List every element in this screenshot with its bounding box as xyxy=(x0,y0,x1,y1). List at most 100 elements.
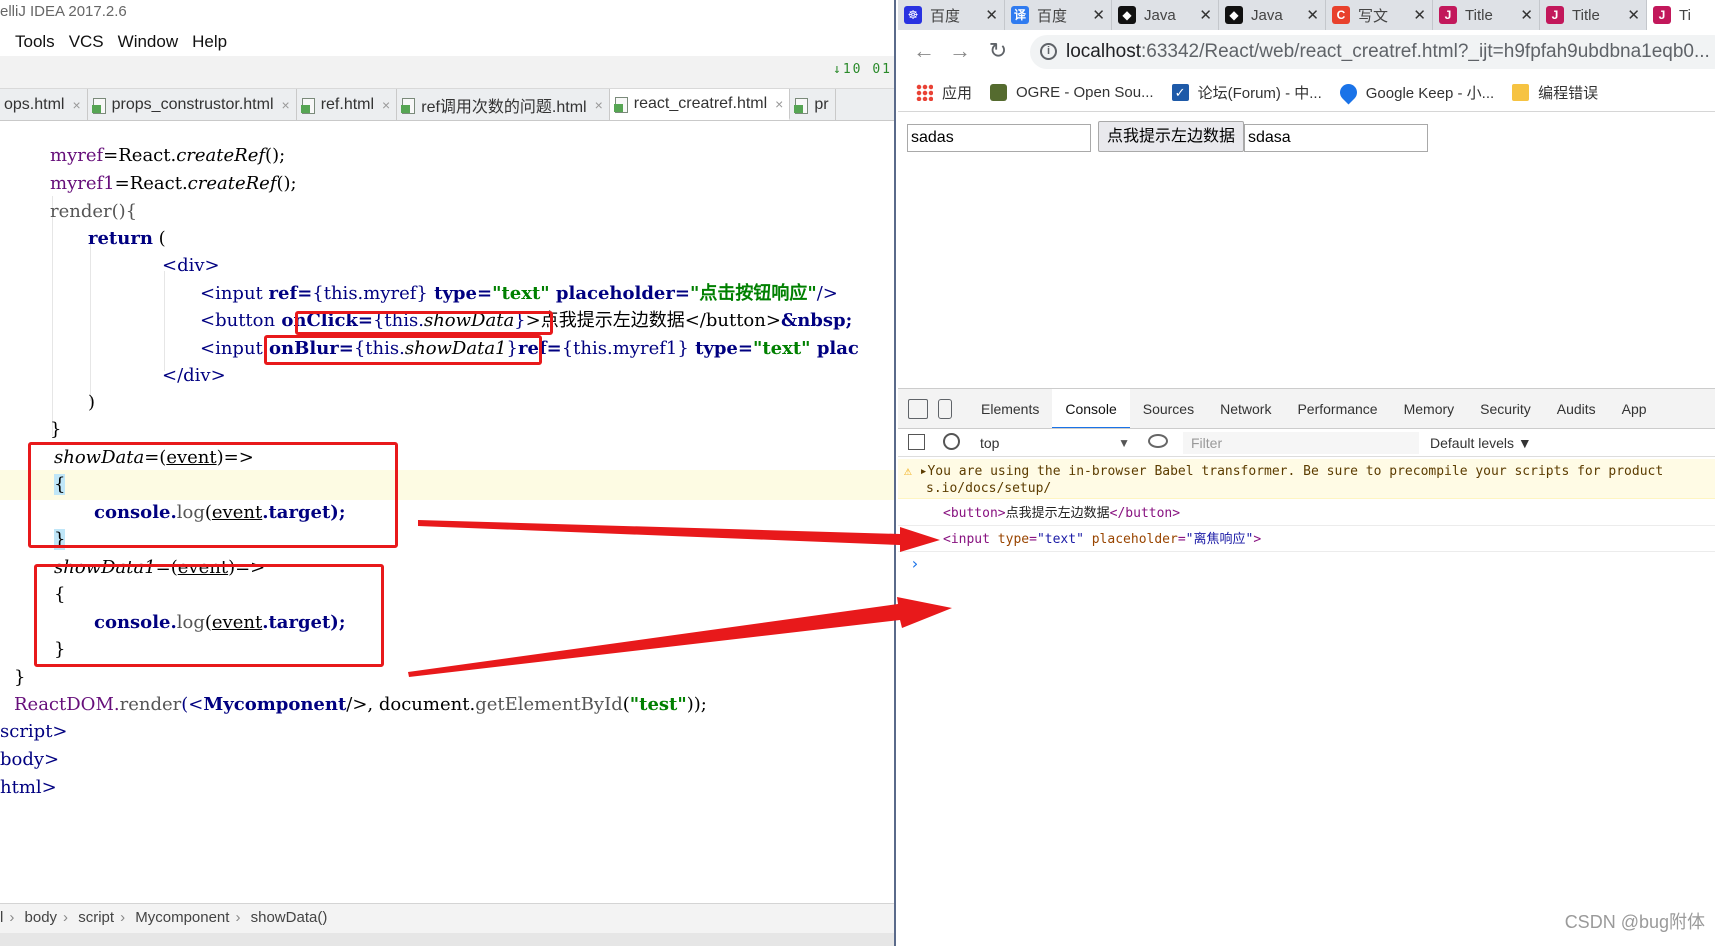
intellij-icon: J xyxy=(1653,6,1671,24)
address-bar-row: ← → ↻ i localhost:63342/React/web/react_c… xyxy=(898,30,1715,74)
breadcrumb-item[interactable]: body xyxy=(25,909,58,926)
code-line: } xyxy=(54,529,66,550)
browser-window: ☸ 百度 ✕ 译百度 ✕ ◆ Java ✕ ◆ Java ✕ C 写文 ✕ J Title ✕ J Ti… xyxy=(898,0,1715,946)
chevron-right-icon: › xyxy=(120,909,126,926)
url-path: :63342/React/web/react_creatref.html?_ij… xyxy=(1141,41,1710,62)
bookmark-keep[interactable]: Google Keep - 小... xyxy=(1336,80,1494,105)
console-log-button[interactable]: <button>点我提示左边数据</button> xyxy=(898,500,1715,526)
bookmark-forum[interactable]: ✓ 论坛(Forum) - 中... xyxy=(1171,82,1322,103)
devtools-tab-network[interactable]: Network xyxy=(1207,389,1284,428)
close-icon[interactable]: × xyxy=(595,97,603,113)
device-toolbar-icon[interactable] xyxy=(938,398,952,419)
translate-icon: 译 xyxy=(1011,6,1029,24)
breadcrumb-item[interactable]: l xyxy=(0,909,3,926)
intellij-icon: J xyxy=(1546,6,1564,24)
text-input-right[interactable]: sdasa xyxy=(1244,124,1428,152)
devtools-tab-memory[interactable]: Memory xyxy=(1391,389,1468,428)
forward-icon[interactable]: → xyxy=(946,38,974,64)
close-icon[interactable]: × xyxy=(382,97,390,113)
code-line: myref=React.createRef(); xyxy=(50,145,286,166)
browser-tab[interactable]: ☸ 百度 ✕ xyxy=(898,0,1005,30)
code-editor[interactable]: myref=React.createRef(); myref1=React.cr… xyxy=(0,121,894,901)
close-icon[interactable]: × xyxy=(282,97,290,113)
browser-tab-active[interactable]: J Ti xyxy=(1647,0,1715,30)
close-icon[interactable]: ✕ xyxy=(1199,6,1212,24)
editor-tab-label: props_construstor.html xyxy=(111,96,274,113)
csdn-icon: C xyxy=(1332,6,1350,24)
text-input-left[interactable]: sadas xyxy=(907,124,1091,152)
editor-tab-more[interactable]: pr xyxy=(790,89,836,120)
browser-tab[interactable]: J Title ✕ xyxy=(1540,0,1647,30)
ide-window: elliJ IDEA 2017.2.6 Tools VCS Window Hel… xyxy=(0,0,896,946)
editor-tab-react-creatref[interactable]: react_creatref.html × xyxy=(609,89,791,120)
show-data-button[interactable]: 点我提示左边数据 xyxy=(1098,121,1245,152)
devtools-tabs: Elements Console Sources Network Perform… xyxy=(898,389,1715,429)
browser-tab[interactable]: C 写文 ✕ xyxy=(1326,0,1433,30)
devtools-tab-sources[interactable]: Sources xyxy=(1130,389,1207,428)
editor-tab-label: react_creatref.html xyxy=(633,94,768,112)
devtools-tab-elements[interactable]: Elements xyxy=(968,389,1052,428)
browser-tab[interactable]: ◆ Java ✕ xyxy=(1112,0,1219,30)
console-prompt[interactable]: › xyxy=(910,554,920,573)
code-line: return ( xyxy=(88,228,166,249)
breadcrumb-item[interactable]: showData() xyxy=(251,909,328,926)
menu-help[interactable]: Help xyxy=(185,28,234,56)
browser-tab[interactable]: J Title ✕ xyxy=(1433,0,1540,30)
close-icon[interactable]: ✕ xyxy=(1092,6,1105,24)
context-selector[interactable]: top ▼ xyxy=(980,433,1130,453)
devtools-tab-security[interactable]: Security xyxy=(1467,389,1544,428)
code-line: showData=(event)=> xyxy=(54,447,254,468)
editor-tab-label: ops.html xyxy=(4,96,65,113)
close-icon[interactable]: × xyxy=(72,97,80,113)
browser-tab-strip: ☸ 百度 ✕ 译百度 ✕ ◆ Java ✕ ◆ Java ✕ C 写文 ✕ J Title ✕ J Ti… xyxy=(898,0,1715,30)
log-levels-dropdown[interactable]: Default levels ▼ xyxy=(1430,433,1532,453)
keep-icon xyxy=(1336,80,1361,105)
eye-icon[interactable] xyxy=(1148,434,1168,448)
sidebar-toggle-icon[interactable] xyxy=(908,434,925,450)
console-log-input[interactable]: <input type="text" placeholder="离焦响应"> xyxy=(898,526,1715,552)
editor-tab-ref-calls[interactable]: ref调用次数的问题.html × xyxy=(397,89,610,120)
close-icon[interactable]: ✕ xyxy=(1627,6,1640,24)
bookmark-apps[interactable]: 应用 xyxy=(916,82,972,103)
code-line: <input ref={this.myref} type="text" plac… xyxy=(200,283,838,304)
devtools-tab-console[interactable]: Console xyxy=(1052,389,1130,428)
bookmark-ogre[interactable]: OGRE - Open Sou... xyxy=(990,84,1154,101)
close-icon[interactable]: ✕ xyxy=(1306,6,1319,24)
menu-vcs[interactable]: VCS xyxy=(62,28,111,56)
inspect-element-icon[interactable] xyxy=(908,398,928,419)
devtools-tab-audits[interactable]: Audits xyxy=(1544,389,1609,428)
editor-tab-props-constructor[interactable]: props_construstor.html × xyxy=(88,89,297,120)
git-update-icon[interactable]: ↓10 01 xyxy=(833,62,892,77)
code-line: ReactDOM.render(<Mycomponent/>, document… xyxy=(14,694,707,715)
browser-tab[interactable]: 译百度 ✕ xyxy=(1005,0,1112,30)
back-icon[interactable]: ← xyxy=(910,38,938,64)
console-warning[interactable]: ⚠ ▸You are using the in-browser Babel tr… xyxy=(898,459,1715,499)
close-icon[interactable]: ✕ xyxy=(1413,6,1426,24)
breadcrumb-item[interactable]: script xyxy=(78,909,114,926)
watermark: CSDN @bug附体 xyxy=(1564,912,1705,932)
editor-tab-ref[interactable]: ref.html × xyxy=(297,89,398,120)
bookmark-folder[interactable]: 编程错误 xyxy=(1512,82,1598,103)
console-filter-input[interactable]: Filter xyxy=(1183,432,1419,454)
info-icon[interactable]: i xyxy=(1040,43,1057,60)
devtools-tab-performance[interactable]: Performance xyxy=(1284,389,1390,428)
url-bar[interactable]: i localhost:63342/React/web/react_creatre… xyxy=(1030,35,1715,69)
dropdown-arrow-icon: ▼ xyxy=(1118,436,1130,450)
close-icon[interactable]: ✕ xyxy=(985,6,998,24)
devtools-panel: Elements Console Sources Network Perform… xyxy=(898,388,1715,946)
bookmarks-bar: 应用 OGRE - Open Sou... ✓ 论坛(Forum) - 中... … xyxy=(898,74,1715,112)
close-icon[interactable]: × xyxy=(775,96,783,112)
menu-window[interactable]: Window xyxy=(111,28,185,56)
html-file-icon xyxy=(794,97,810,114)
menu-tools[interactable]: Tools xyxy=(0,28,62,56)
devtools-tab-application[interactable]: App xyxy=(1609,389,1660,428)
paw-icon: ☸ xyxy=(904,6,922,24)
close-icon[interactable]: ✕ xyxy=(1520,6,1533,24)
html-file-icon xyxy=(401,97,417,114)
breadcrumb-item[interactable]: Mycomponent xyxy=(135,909,229,926)
reload-icon[interactable]: ↻ xyxy=(984,38,1012,64)
code-line: body> xyxy=(0,749,60,770)
clear-console-icon[interactable] xyxy=(943,433,960,450)
browser-tab[interactable]: ◆ Java ✕ xyxy=(1219,0,1326,30)
editor-tab-props[interactable]: ops.html × xyxy=(0,89,88,120)
